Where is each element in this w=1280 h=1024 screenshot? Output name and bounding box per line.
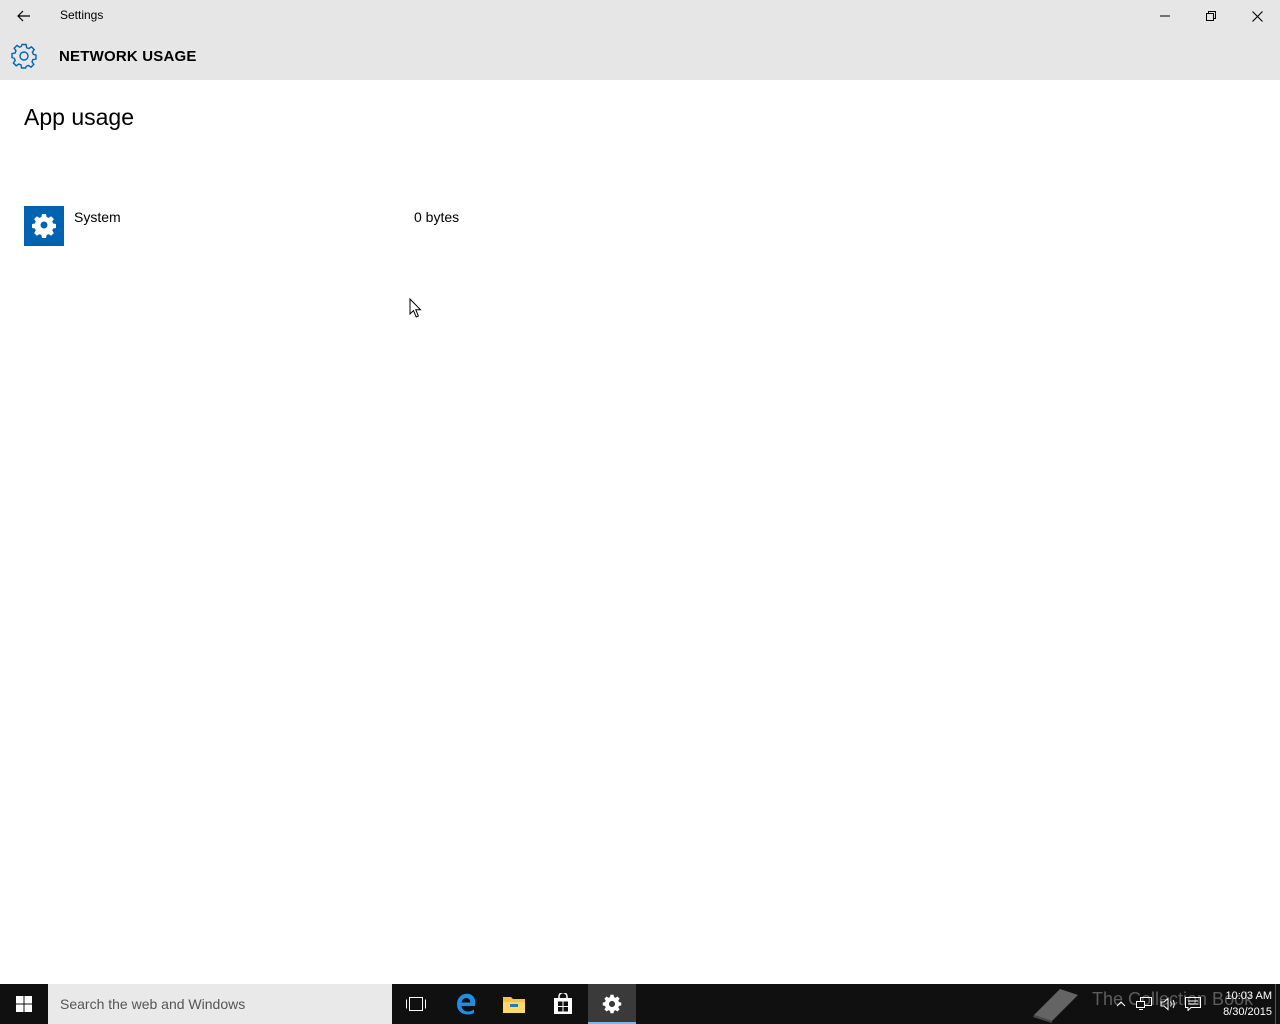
app-usage-value: 0 bytes: [414, 209, 460, 225]
mouse-pointer-icon: [409, 298, 422, 318]
restore-icon: [1206, 11, 1216, 21]
window-controls: [1142, 0, 1280, 32]
volume-tray-button[interactable]: [1158, 984, 1180, 1024]
minimize-icon: [1160, 15, 1170, 17]
task-view-icon: [406, 997, 426, 1011]
close-button[interactable]: [1234, 0, 1280, 32]
network-tray-button[interactable]: [1134, 984, 1154, 1024]
page-title: App usage: [24, 104, 134, 130]
settings-gear-icon: [11, 43, 37, 69]
volume-icon: [1160, 997, 1175, 1011]
show-desktop-button[interactable]: [1275, 984, 1280, 1024]
app-name: System: [74, 209, 121, 225]
taskbar: Search the web and Windows The Collectio…: [0, 984, 1280, 1024]
app-tile: [24, 206, 64, 246]
edge-icon: [457, 993, 476, 1015]
chevron-up-icon: [1116, 1001, 1126, 1007]
app-usage-row[interactable]: System 0 bytes: [24, 206, 484, 246]
action-center-button[interactable]: [1182, 984, 1204, 1024]
store-button[interactable]: [539, 984, 587, 1024]
close-icon: [1251, 10, 1263, 22]
gear-icon: [32, 214, 56, 238]
search-placeholder: Search the web and Windows: [60, 996, 246, 1012]
task-view-button[interactable]: [392, 984, 440, 1024]
file-explorer-icon: [503, 997, 525, 1013]
clock-time: 10:03 AM: [1225, 990, 1272, 1002]
start-button[interactable]: [0, 984, 48, 1024]
back-arrow-icon: [17, 10, 30, 22]
windows-logo-icon: [16, 996, 32, 1012]
file-explorer-button[interactable]: [490, 984, 538, 1024]
edge-button[interactable]: [442, 984, 490, 1024]
show-hidden-icons-button[interactable]: [1112, 984, 1130, 1024]
clock-date: 8/30/2015: [1223, 1006, 1272, 1018]
page-section-title: NETWORK USAGE: [59, 48, 197, 65]
book-logo-icon: [1033, 989, 1078, 1023]
settings-icon: [602, 994, 622, 1014]
taskbar-clock[interactable]: 10:03 AM 8/30/2015: [1208, 988, 1272, 1020]
minimize-button[interactable]: [1142, 0, 1188, 32]
window-title: Settings: [60, 8, 104, 22]
settings-window: Settings NETWORK USAGE App usage System …: [0, 0, 1280, 984]
store-icon: [554, 993, 572, 1014]
settings-taskbar-button[interactable]: [588, 984, 636, 1024]
title-bar: Settings: [0, 0, 1280, 32]
back-button[interactable]: [0, 0, 48, 32]
notification-icon: [1185, 997, 1201, 1011]
taskbar-search-box[interactable]: Search the web and Windows: [48, 984, 392, 1024]
restore-button[interactable]: [1188, 0, 1234, 32]
page-header: NETWORK USAGE: [0, 32, 1280, 80]
network-icon: [1136, 997, 1152, 1010]
